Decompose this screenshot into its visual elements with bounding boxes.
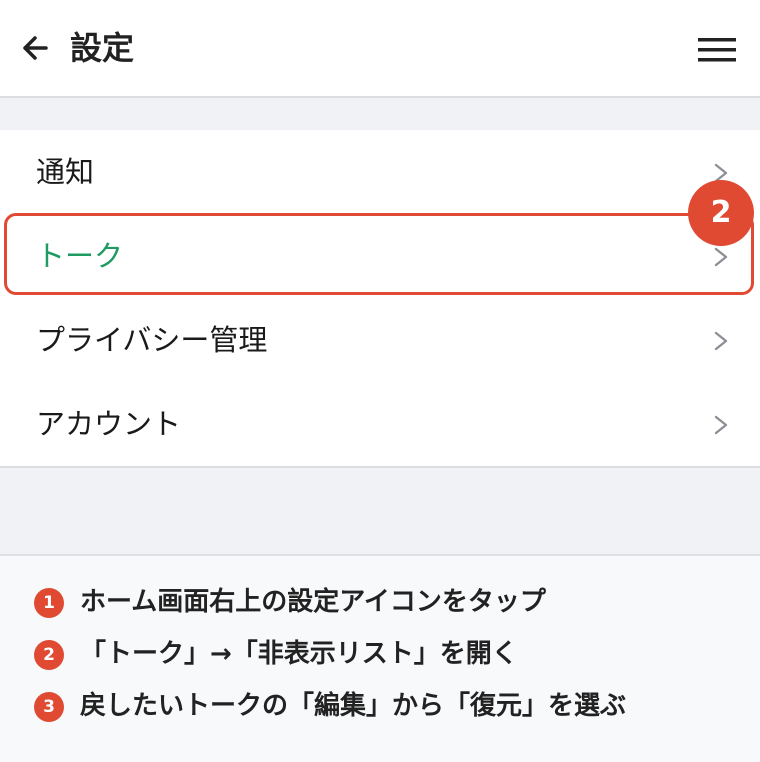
hamburger-menu-icon bbox=[698, 38, 736, 62]
settings-item-talk[interactable]: トーク bbox=[0, 214, 760, 298]
instructions-panel: 1 ホーム画面右上の設定アイコンをタップ 2 「トーク」→「非表示リスト」を開く… bbox=[0, 554, 760, 762]
chevron-right-icon bbox=[714, 247, 728, 267]
settings-item-notifications[interactable]: 通知 bbox=[0, 130, 760, 214]
callout-step-badge: 2 bbox=[688, 180, 754, 246]
settings-item-label: トーク bbox=[36, 239, 124, 273]
back-button[interactable] bbox=[20, 30, 52, 66]
settings-list: 通知 トーク プライバシー管理 アカウント bbox=[0, 130, 760, 468]
arrow-left-icon bbox=[23, 36, 48, 60]
app-header: 設定 bbox=[0, 0, 760, 98]
step-number-badge: 2 bbox=[34, 640, 64, 670]
settings-item-label: 通知 bbox=[36, 155, 95, 189]
settings-item-label: プライバシー管理 bbox=[36, 323, 268, 357]
menu-button[interactable] bbox=[698, 36, 736, 64]
step-text: 戻したいトークの「編集」から「復元」を選ぶ bbox=[80, 691, 627, 721]
chevron-right-icon bbox=[714, 331, 728, 351]
chevron-right-icon bbox=[714, 415, 728, 435]
step-number-badge: 3 bbox=[34, 692, 64, 722]
settings-item-label: アカウント bbox=[36, 407, 182, 441]
settings-item-account[interactable]: アカウント bbox=[0, 382, 760, 466]
step-text: 「トーク」→「非表示リスト」を開く bbox=[80, 639, 518, 669]
page-title: 設定 bbox=[70, 29, 135, 67]
step-number-badge: 1 bbox=[34, 588, 64, 618]
settings-item-privacy[interactable]: プライバシー管理 bbox=[0, 298, 760, 382]
step-text: ホーム画面右上の設定アイコンをタップ bbox=[80, 587, 546, 617]
